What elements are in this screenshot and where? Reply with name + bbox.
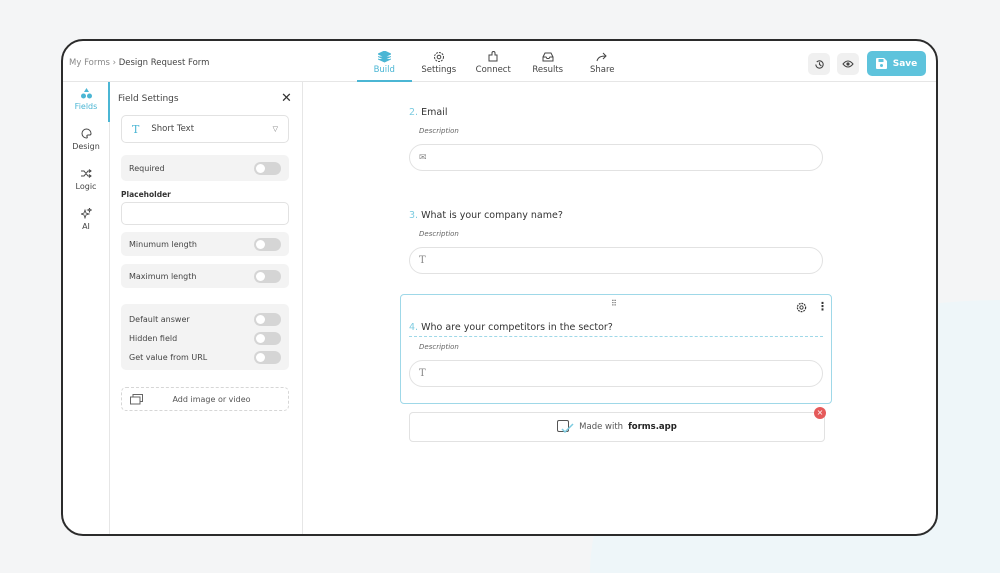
max-length-row: Maximum length: [121, 264, 289, 288]
max-length-toggle[interactable]: [254, 269, 281, 283]
close-icon[interactable]: ✕: [281, 91, 292, 106]
question-company[interactable]: 3. What is your company name? Descriptio…: [409, 210, 823, 274]
rail-ai[interactable]: AI: [63, 202, 109, 242]
branding-brand: forms.app: [628, 422, 677, 432]
puzzle-icon: [488, 51, 498, 62]
form-canvas: 2. Email Description ✉ 3. What is your c…: [303, 82, 936, 534]
max-length-label: Maximum length: [129, 271, 197, 281]
more-options-icon[interactable]: ⋮: [817, 300, 828, 313]
text-icon: T: [419, 255, 426, 266]
inbox-icon: [542, 52, 554, 62]
floppy-icon: [875, 58, 887, 69]
remove-branding-button[interactable]: ×: [814, 407, 826, 419]
gear-icon[interactable]: [796, 302, 807, 313]
rail-label: Fields: [74, 102, 98, 111]
palette-icon: [81, 128, 91, 139]
shapes-icon: [80, 88, 92, 99]
forms-app-logo-icon: [557, 420, 574, 434]
email-field[interactable]: ✉: [409, 144, 823, 171]
rail-label: Design: [72, 142, 100, 151]
question-email[interactable]: 2. Email Description ✉: [409, 107, 823, 171]
advanced-options: Default answer Hidden field Get value fr…: [121, 304, 289, 370]
required-toggle[interactable]: [254, 161, 281, 175]
rail-label: Logic: [75, 182, 97, 191]
text-icon: T: [419, 368, 426, 379]
field-type-select[interactable]: T Short Text ▽: [121, 115, 289, 143]
tab-build[interactable]: Build: [357, 41, 412, 82]
app-window: My Forms › Design Request Form Build Set…: [61, 39, 938, 536]
chevron-down-icon: ▽: [272, 125, 278, 133]
field-type-value: Short Text: [151, 124, 195, 134]
placeholder-label: Placeholder: [121, 190, 171, 199]
envelope-icon: ✉: [419, 152, 427, 163]
tab-label: Share: [589, 65, 615, 75]
question-description[interactable]: Description: [419, 127, 823, 135]
eye-icon: [842, 60, 854, 68]
main-tabs: Build Settings Connect Results Share: [357, 41, 630, 82]
save-button[interactable]: Save: [867, 51, 926, 76]
question-title[interactable]: Email: [421, 107, 447, 118]
breadcrumb: My Forms › Design Request Form: [69, 58, 209, 68]
image-icon: [130, 393, 143, 404]
history-button[interactable]: [808, 53, 830, 75]
question-description[interactable]: Description: [419, 343, 823, 351]
tab-share[interactable]: Share: [575, 41, 630, 81]
min-length-label: Minumum length: [129, 239, 197, 249]
history-icon: [814, 59, 824, 69]
min-length-row: Minumum length: [121, 232, 289, 256]
gear-icon: [433, 52, 444, 62]
get-value-url-toggle[interactable]: [254, 351, 281, 364]
question-title[interactable]: Who are your competitors in the sector?: [421, 322, 613, 333]
save-label: Save: [892, 58, 918, 69]
layers-icon: [377, 51, 391, 63]
rail-logic[interactable]: Logic: [63, 162, 109, 202]
sparkle-icon: [80, 208, 92, 219]
breadcrumb-separator: ›: [112, 58, 117, 68]
tab-label: Settings: [421, 65, 457, 75]
question-number: 4.: [409, 322, 419, 333]
rail-design[interactable]: Design: [63, 122, 109, 162]
breadcrumb-my-forms[interactable]: My Forms: [69, 58, 110, 68]
rail-fields[interactable]: Fields: [63, 82, 110, 122]
panel-title: Field Settings: [118, 94, 179, 104]
text-type-icon: T: [132, 122, 140, 136]
drag-handle-icon[interactable]: ⠿: [611, 299, 617, 308]
required-label: Required: [129, 163, 165, 173]
company-field[interactable]: T: [409, 247, 823, 274]
rail-label: AI: [82, 222, 90, 231]
question-title[interactable]: What is your company name?: [421, 210, 563, 221]
competitors-field[interactable]: T: [409, 360, 823, 387]
tab-label: Build: [373, 65, 395, 75]
required-row: Required: [121, 155, 289, 181]
tab-connect[interactable]: Connect: [466, 41, 521, 81]
default-answer-toggle[interactable]: [254, 313, 281, 326]
default-answer-label: Default answer: [129, 315, 190, 324]
top-bar: My Forms › Design Request Form Build Set…: [63, 41, 936, 82]
branding-prefix: Made with: [579, 422, 624, 432]
question-number: 2.: [409, 107, 419, 118]
breadcrumb-current: Design Request Form: [118, 58, 210, 68]
tab-settings[interactable]: Settings: [412, 41, 467, 81]
tab-label: Connect: [475, 65, 511, 75]
placeholder-input[interactable]: [121, 202, 289, 225]
question-number: 3.: [409, 210, 419, 221]
tab-results[interactable]: Results: [521, 41, 576, 81]
left-rail: Fields Design Logic AI: [63, 82, 110, 514]
shuffle-icon: [80, 169, 92, 178]
branding-badge[interactable]: Made with forms.app: [409, 412, 825, 442]
share-icon: [596, 52, 607, 62]
question-competitors[interactable]: 4. Who are your competitors in the secto…: [409, 322, 823, 387]
hidden-field-toggle[interactable]: [254, 332, 281, 345]
preview-button[interactable]: [837, 53, 859, 75]
min-length-toggle[interactable]: [254, 237, 281, 251]
get-value-url-label: Get value from URL: [129, 353, 208, 362]
question-description[interactable]: Description: [419, 230, 823, 238]
add-media-label: Add image or video: [172, 394, 251, 404]
field-settings-panel: Field Settings ✕ T Short Text ▽ Required…: [109, 82, 303, 534]
hidden-field-label: Hidden field: [129, 334, 178, 343]
tab-label: Results: [532, 65, 564, 75]
add-media-button[interactable]: Add image or video: [121, 387, 289, 411]
